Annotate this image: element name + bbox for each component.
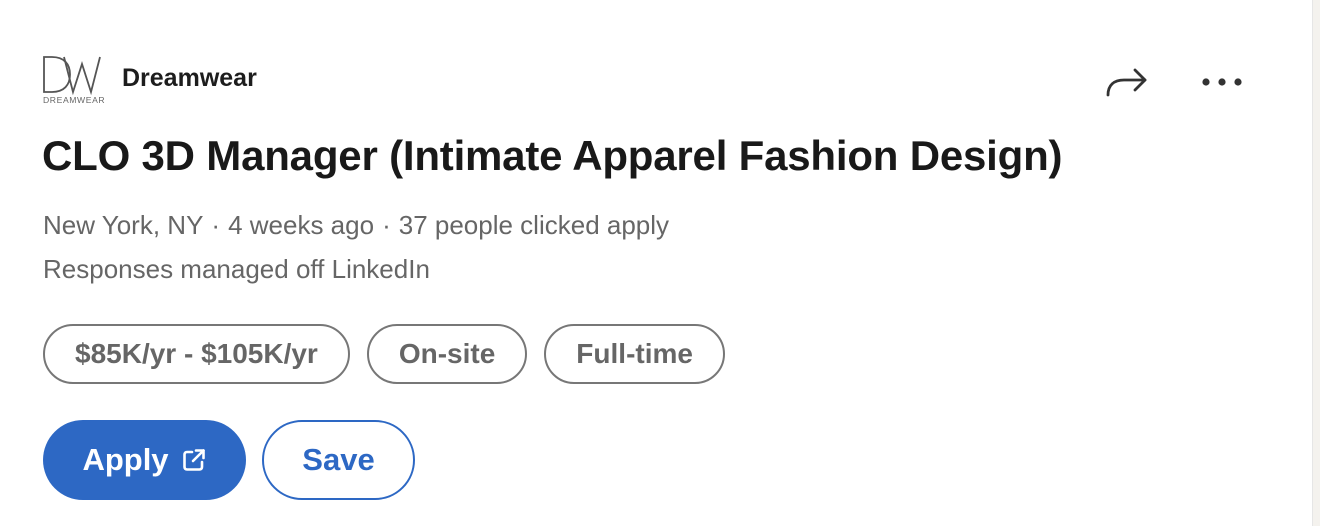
more-options-button[interactable]	[1194, 60, 1250, 104]
employment-type-pill: Full-time	[544, 324, 725, 384]
workplace-type-pill: On-site	[366, 324, 528, 384]
job-insights: $85K/yr - $105K/yr On-site Full-time	[43, 324, 725, 384]
salary-pill: $85K/yr - $105K/yr	[43, 324, 350, 384]
save-button[interactable]: Save	[262, 420, 415, 500]
company-logo[interactable]: DREAMWEAR	[42, 54, 108, 106]
apply-button[interactable]: Apply	[43, 420, 246, 500]
page-scroll-edge	[1312, 0, 1320, 526]
share-arrow-icon	[1106, 68, 1147, 97]
job-posted-date: 4 weeks ago	[228, 210, 375, 240]
dreamwear-logo-icon: DREAMWEAR	[43, 56, 105, 105]
job-location: New York, NY	[43, 210, 204, 240]
company-row: DREAMWEAR Dreamwear	[42, 54, 257, 106]
more-horizontal-icon	[1202, 78, 1242, 86]
share-button[interactable]	[1098, 60, 1154, 104]
job-meta: New York, NY · 4 weeks ago · 37 people click…	[43, 210, 669, 241]
job-title: CLO 3D Manager (Intimate Apparel Fashion…	[42, 132, 1063, 179]
job-card: DREAMWEAR Dreamwear CLO 3D Manager (Inti…	[0, 0, 1312, 526]
svg-text:DREAMWEAR: DREAMWEAR	[43, 95, 105, 105]
external-link-icon	[181, 447, 207, 473]
meta-separator: ·	[382, 210, 391, 240]
responses-note: Responses managed off LinkedIn	[43, 254, 430, 284]
company-name[interactable]: Dreamwear	[122, 64, 257, 93]
apply-button-label: Apply	[82, 442, 169, 477]
meta-separator: ·	[211, 210, 221, 240]
applicant-count: 37 people clicked apply	[398, 210, 670, 240]
